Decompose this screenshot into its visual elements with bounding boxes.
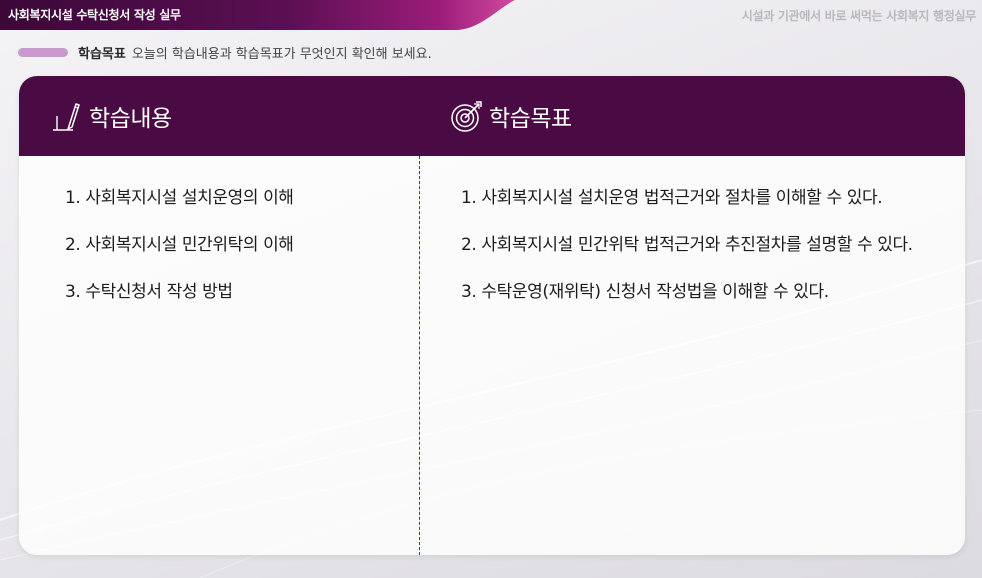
course-title: 사회복지시설 수탁신청서 작성 실무: [8, 8, 181, 22]
course-title-tab: 사회복지시설 수탁신청서 작성 실무: [0, 0, 515, 30]
goal-bar: 학습목표 오늘의 학습내용과 학습목표가 무엇인지 확인해 보세요.: [18, 42, 432, 62]
list-item: 3. 수탁운영(재위탁) 신청서 작성법을 이해할 수 있다.: [461, 282, 829, 302]
content-title: 학습내용: [89, 106, 172, 132]
learning-card: 학습내용 학습목표 1. 사회복지시설 설치운영의 이해 2. 사회복지시설 민…: [19, 76, 965, 555]
list-item: 3. 수탁신청서 작성 방법: [65, 282, 233, 302]
list-item: 2. 사회복지시설 민간위탁 법적근거와 추진절차를 설명할 수 있다.: [461, 235, 913, 255]
pen-paper-icon: [53, 103, 80, 131]
list-item: 1. 사회복지시설 설치운영의 이해: [65, 188, 294, 208]
objectives-title: 학습목표: [489, 106, 572, 132]
list-item: 2. 사회복지시설 민간위탁의 이해: [65, 235, 294, 255]
content-header: 학습내용: [49, 98, 172, 134]
column-divider: [419, 156, 420, 555]
series-title: 시설과 기관에서 바로 써먹는 사회복지 행정실무: [741, 9, 977, 23]
goal-label: 학습목표: [78, 46, 126, 62]
content-list: 1. 사회복지시설 설치운영의 이해 2. 사회복지시설 민간위탁의 이해 3.…: [65, 186, 405, 327]
list-item: 1. 사회복지시설 설치운영 법적근거와 절차를 이해할 수 있다.: [461, 188, 883, 208]
goal-description: 오늘의 학습내용과 학습목표가 무엇인지 확인해 보세요.: [131, 46, 432, 62]
objectives-list: 1. 사회복지시설 설치운영 법적근거와 절차를 이해할 수 있다. 2. 사회…: [461, 186, 941, 327]
objectives-header: 학습목표: [449, 98, 572, 134]
goal-pill-marker: [18, 47, 68, 57]
target-arrow-icon: [451, 101, 482, 132]
